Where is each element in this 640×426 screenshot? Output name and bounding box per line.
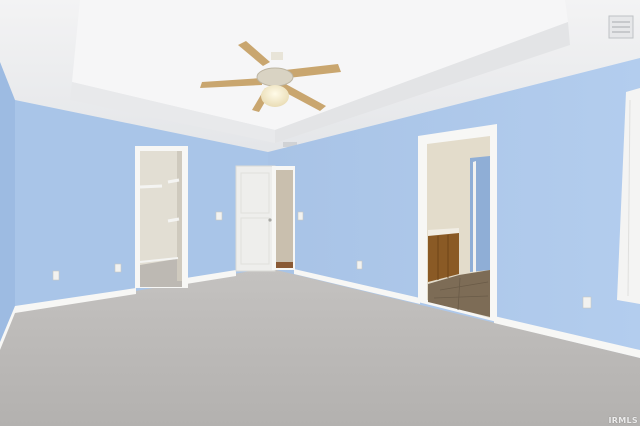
fan-light xyxy=(261,85,289,107)
left-wall xyxy=(0,62,15,348)
door-knob xyxy=(268,218,272,222)
watermark-text: IRMLS xyxy=(608,416,638,425)
bathroom-doorway xyxy=(418,124,497,322)
closet-doorway xyxy=(135,146,188,288)
bedroom-door xyxy=(235,165,276,272)
bedroom-photo: IRMLS xyxy=(0,0,640,426)
bathroom-vanity xyxy=(428,232,459,282)
fan-mount xyxy=(271,52,283,60)
hall-doorway xyxy=(272,166,295,270)
